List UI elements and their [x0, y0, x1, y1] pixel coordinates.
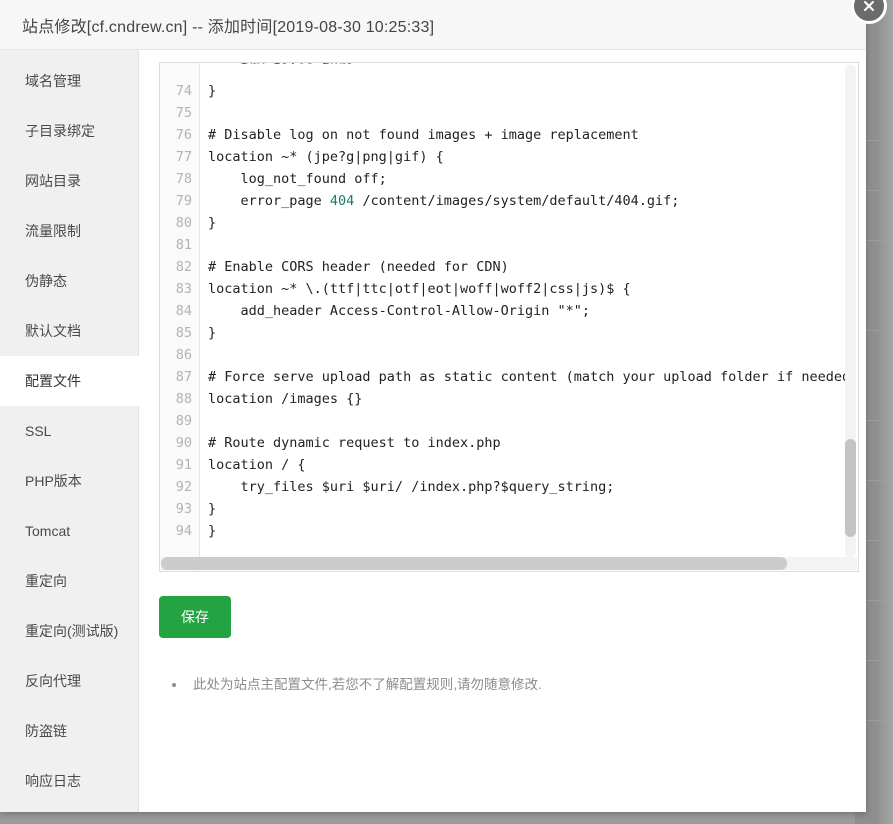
code-line: location ~* (jpe?g|png|gif) { — [208, 149, 444, 165]
line-number: 80 — [175, 215, 192, 231]
code-line: } — [208, 83, 217, 99]
line-number: 87 — [175, 369, 192, 385]
code-line: location /images {} — [208, 391, 363, 407]
code-line: add_header Access-Control-Allow-Origin "… — [208, 303, 591, 319]
code-line: } — [208, 325, 217, 341]
line-number: 89 — [175, 413, 192, 429]
page-title: 站点修改[cf.cndrew.cn] -- 添加时间[2019-08-30 10… — [22, 18, 435, 36]
note-text: 此处为站点主配置文件,若您不了解配置规则,请勿随意修改. — [193, 677, 542, 692]
code-line: log_not_found off; — [208, 171, 387, 187]
list-item: 此处为站点主配置文件,若您不了解配置规则,请勿随意修改. — [187, 674, 866, 696]
sidebar-item-reverse-proxy[interactable]: 反向代理 — [0, 656, 138, 706]
clipped-previous-line: try_files $uri — [208, 63, 355, 64]
line-number-gutter: 74 75 76 77 78 79 80 81 82 83 84 85 86 87 88 89 90 91 92 93… — [160, 63, 200, 571]
sidebar-item-redirect-beta[interactable]: 重定向(测试版) — [0, 606, 138, 656]
line-number: 79 — [175, 193, 192, 209]
line-number: 85 — [175, 325, 192, 341]
dialog-header: 站点修改[cf.cndrew.cn] -- 添加时间[2019-08-30 10… — [0, 0, 866, 50]
notes-list: 此处为站点主配置文件,若您不了解配置规则,请勿随意修改. — [159, 674, 866, 696]
config-file-panel: 74 75 76 77 78 79 80 81 82 83 84 85 86 87 88 89 90 91 92 93… — [139, 50, 866, 812]
sidebar-item-config-file[interactable]: 配置文件 — [0, 356, 139, 406]
line-number: 78 — [175, 171, 192, 187]
sidebar-item-php-version[interactable]: PHP版本 — [0, 456, 138, 506]
code-line: } — [208, 501, 217, 517]
sidebar-item-domain-management[interactable]: 域名管理 — [0, 56, 138, 106]
editor-horizontal-scrollbar-thumb[interactable] — [161, 557, 788, 570]
line-number: 75 — [175, 105, 192, 121]
code-line: # Disable log on not found images + imag… — [208, 127, 639, 143]
editor-vertical-scrollbar-thumb[interactable] — [845, 438, 856, 538]
editor-vertical-scrollbar[interactable] — [845, 65, 856, 557]
line-number: 86 — [175, 347, 192, 363]
sidebar-item-subdirectory-binding[interactable]: 子目录绑定 — [0, 106, 138, 156]
code-editor[interactable]: 74 75 76 77 78 79 80 81 82 83 84 85 86 87 88 89 90 91 92 93… — [159, 62, 859, 572]
line-number: 90 — [175, 435, 192, 451]
line-number: 84 — [175, 303, 192, 319]
code-text-area[interactable]: try_files $uri } # Disable log on not fo… — [200, 63, 858, 571]
line-number: 83 — [175, 281, 192, 297]
editor-horizontal-scrollbar[interactable] — [161, 557, 857, 570]
sidebar-item-traffic-limit[interactable]: 流量限制 — [0, 206, 138, 256]
sidebar: 域名管理 子目录绑定 网站目录 流量限制 伪静态 默认文档 配置文件 SSL P… — [0, 50, 139, 812]
line-number: 92 — [175, 479, 192, 495]
code-line: } — [208, 215, 217, 231]
line-number: 94 — [175, 523, 192, 539]
site-edit-dialog: 站点修改[cf.cndrew.cn] -- 添加时间[2019-08-30 10… — [0, 0, 866, 812]
line-number: 81 — [175, 237, 192, 253]
line-number: 74 — [175, 83, 192, 99]
code-line: # Route dynamic request to index.php — [208, 435, 501, 451]
code-line: # Force serve upload path as static cont… — [208, 369, 858, 385]
code-line: try_files $uri $uri/ /index.php?$query_s… — [208, 479, 615, 495]
sidebar-item-redirect[interactable]: 重定向 — [0, 556, 138, 606]
sidebar-item-hotlink-protection[interactable]: 防盗链 — [0, 706, 138, 756]
screen-root: 站点修改[cf.cndrew.cn] -- 添加时间[2019-08-30 10… — [0, 0, 893, 824]
sidebar-item-default-document[interactable]: 默认文档 — [0, 306, 138, 356]
code-line: } — [208, 523, 217, 539]
line-number: 88 — [175, 391, 192, 407]
code-line: location / { — [208, 457, 306, 473]
sidebar-item-ssl[interactable]: SSL — [0, 406, 138, 456]
line-number: 91 — [175, 457, 192, 473]
line-number: 77 — [175, 149, 192, 165]
line-number: 82 — [175, 259, 192, 275]
sidebar-item-site-directory[interactable]: 网站目录 — [0, 156, 138, 206]
sidebar-item-tomcat[interactable]: Tomcat — [0, 506, 138, 556]
dialog-body: 域名管理 子目录绑定 网站目录 流量限制 伪静态 默认文档 配置文件 SSL P… — [0, 50, 866, 812]
line-number: 76 — [175, 127, 192, 143]
save-button[interactable]: 保存 — [159, 596, 231, 638]
code-line: # Enable CORS header (needed for CDN) — [208, 259, 509, 275]
line-number: 93 — [175, 501, 192, 517]
sidebar-item-response-log[interactable]: 响应日志 — [0, 756, 138, 806]
sidebar-item-pseudo-static[interactable]: 伪静态 — [0, 256, 138, 306]
code-line: location ~* \.(ttf|ttc|otf|eot|woff|woff… — [208, 281, 631, 297]
code-line: error_page 404 /content/images/system/de… — [208, 193, 680, 209]
